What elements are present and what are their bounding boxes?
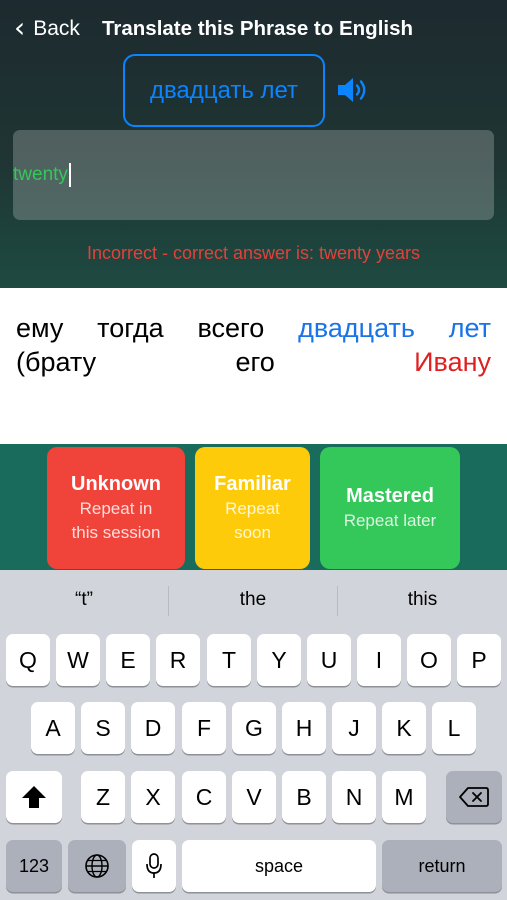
sentence-highlight-word: лет (448, 313, 491, 343)
familiar-button[interactable]: Familiar Repeat soon (195, 447, 310, 569)
sentence-highlight-word: двадцать (298, 313, 415, 343)
mastered-button[interactable]: Mastered Repeat later (320, 447, 460, 569)
answer-value: twenty (13, 164, 68, 185)
space-key[interactable]: space (182, 840, 376, 892)
sentence-error-word: Ивану (414, 347, 491, 377)
text-caret (68, 163, 71, 187)
sentence-word: (брату (16, 347, 97, 377)
chevron-left-icon: ‹ (14, 11, 26, 44)
key-e[interactable]: E (106, 634, 150, 686)
mastered-subtitle: Repeat later (343, 510, 437, 530)
suggestion-item[interactable]: this (338, 570, 507, 630)
key-m[interactable]: M (382, 771, 426, 823)
unknown-title: Unknown (71, 472, 161, 495)
key-r[interactable]: R (156, 634, 200, 686)
key-s[interactable]: S (81, 702, 125, 754)
backspace-icon (459, 787, 489, 807)
numbers-key[interactable]: 123 (6, 840, 62, 892)
shift-key[interactable] (6, 771, 62, 823)
page-title: Translate this Phrase to English (102, 17, 414, 40)
suggestion-item[interactable]: the (169, 570, 337, 630)
sentence-word: его (235, 347, 275, 377)
example-sentence: ему тогда всего двадцать лет (брату его … (0, 288, 507, 444)
key-g[interactable]: G (232, 702, 276, 754)
key-z[interactable]: Z (81, 771, 125, 823)
key-y[interactable]: Y (257, 634, 301, 686)
phrase-text: двадцать лет (149, 76, 299, 104)
sentence-word: всего (197, 313, 265, 343)
shift-icon (22, 786, 46, 808)
key-d[interactable]: D (131, 702, 175, 754)
unknown-button[interactable]: Unknown Repeat in this session (47, 447, 185, 569)
key-f[interactable]: F (182, 702, 226, 754)
key-u[interactable]: U (307, 634, 351, 686)
key-v[interactable]: V (232, 771, 276, 823)
mastered-title: Mastered (346, 484, 434, 507)
globe-key[interactable] (68, 840, 126, 892)
key-k[interactable]: K (382, 702, 426, 754)
familiar-title: Familiar (214, 472, 291, 495)
microphone-icon (146, 853, 162, 878)
key-l[interactable]: L (432, 702, 476, 754)
key-q[interactable]: Q (6, 634, 50, 686)
unknown-subtitle: Repeat in this session (71, 498, 161, 542)
key-i[interactable]: I (357, 634, 401, 686)
familiar-subtitle: Repeat soon (225, 498, 280, 542)
return-key[interactable]: return (382, 840, 502, 892)
dictation-key[interactable] (132, 840, 176, 892)
feedback-message: Incorrect - correct answer is: twenty ye… (86, 243, 421, 263)
rating-bar: Unknown Repeat in this session Familiar … (0, 444, 507, 570)
back-label: Back (33, 17, 80, 40)
key-a[interactable]: A (31, 702, 75, 754)
key-h[interactable]: H (282, 702, 326, 754)
key-b[interactable]: B (282, 771, 326, 823)
key-n[interactable]: N (332, 771, 376, 823)
sentence-word: тогда (97, 313, 164, 343)
suggestion-bar: “t” the this (0, 570, 507, 630)
key-w[interactable]: W (56, 634, 100, 686)
key-c[interactable]: C (182, 771, 226, 823)
suggestion-item[interactable]: “t” (0, 570, 168, 630)
sentence-word: ему (16, 313, 64, 343)
back-button[interactable]: ‹ Back (14, 14, 80, 44)
key-j[interactable]: J (332, 702, 376, 754)
backspace-key[interactable] (446, 771, 502, 823)
answer-input[interactable]: twenty (13, 130, 494, 220)
speaker-icon[interactable] (336, 76, 370, 104)
globe-icon (85, 854, 109, 878)
keyboard: “t” the this Q W E R T Y U I O P A S D F… (0, 570, 507, 900)
key-t[interactable]: T (207, 634, 251, 686)
key-o[interactable]: O (407, 634, 451, 686)
key-x[interactable]: X (131, 771, 175, 823)
translate-header-area: ‹ Back Translate this Phrase to English … (0, 0, 507, 288)
phrase-button[interactable]: двадцать лет (123, 54, 325, 127)
key-p[interactable]: P (457, 634, 501, 686)
